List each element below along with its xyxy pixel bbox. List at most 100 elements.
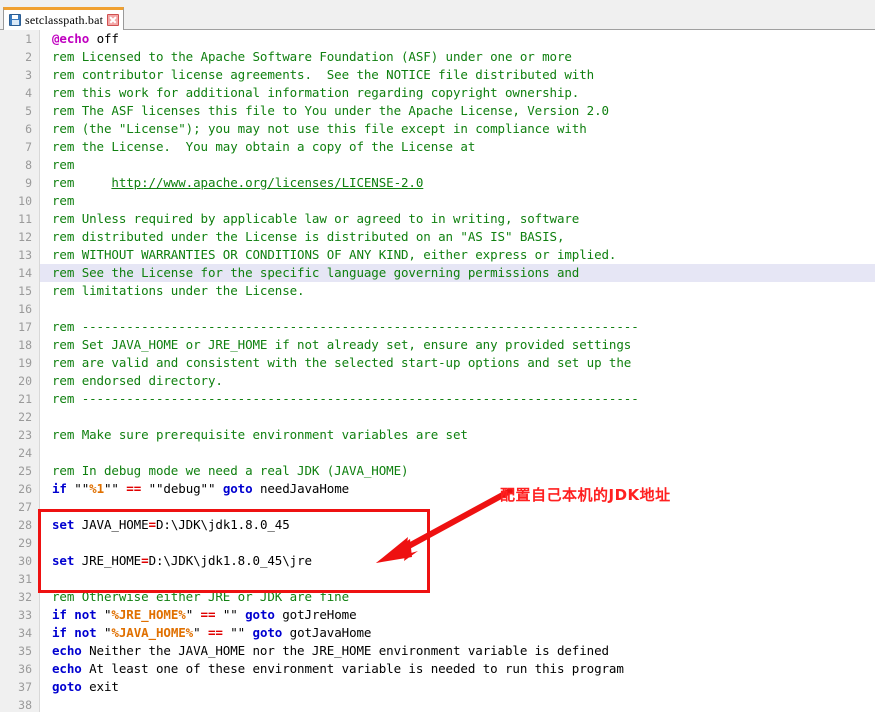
close-x-icon[interactable]: [107, 14, 120, 26]
code-line[interactable]: 25 rem In debug mode we need a real JDK (…: [0, 462, 875, 480]
code-line[interactable]: 10 rem: [0, 192, 875, 210]
code-line[interactable]: 34 if not "%JAVA_HOME%" == "" goto gotJav…: [0, 624, 875, 642]
code-line[interactable]: 4 rem this work for additional informatio…: [0, 84, 875, 102]
gutter-spacer: [40, 84, 52, 102]
code-line-text: rem Licensed to the Apache Software Foun…: [52, 48, 875, 66]
line-number: 5: [0, 102, 40, 120]
line-number: 26: [0, 480, 40, 498]
code-line[interactable]: 6 rem (the "License"); you may not use th…: [0, 120, 875, 138]
token-txt: JRE_HOME: [74, 553, 142, 568]
code-line[interactable]: 14 rem See the License for the specific l…: [0, 264, 875, 282]
gutter-spacer: [40, 516, 52, 534]
code-line[interactable]: 30 set JRE_HOME=D:\JDK\jdk1.8.0_45\jre: [0, 552, 875, 570]
code-line[interactable]: 26 if ""%1"" == ""debug"" goto needJavaHo…: [0, 480, 875, 498]
token-kw: if not: [52, 607, 97, 622]
gutter-spacer: [40, 336, 52, 354]
line-number: 34: [0, 624, 40, 642]
line-number: 18: [0, 336, 40, 354]
line-number: 23: [0, 426, 40, 444]
code-line[interactable]: 9 rem http://www.apache.org/licenses/LICE…: [0, 174, 875, 192]
token-kw: set: [52, 517, 75, 532]
code-line-text: rem: [52, 192, 875, 210]
token-url[interactable]: http://www.apache.org/licenses/LICENSE-2…: [111, 175, 423, 190]
code-line[interactable]: 3 rem contributor license agreements. See…: [0, 66, 875, 84]
code-line[interactable]: 32 rem Otherwise either JRE or JDK are fi…: [0, 588, 875, 606]
code-line[interactable]: 16: [0, 300, 875, 318]
code-line[interactable]: 38: [0, 696, 875, 712]
code-line[interactable]: 17 rem ----------------------------------…: [0, 318, 875, 336]
code-line[interactable]: 35 echo Neither the JAVA_HOME nor the JRE…: [0, 642, 875, 660]
editor-window: setclasspath.bat 1 @echo off 2 rem Licensed…: [0, 0, 875, 712]
code-line[interactable]: 31: [0, 570, 875, 588]
token-txt: D:\JDK\jdk1.8.0_45: [155, 517, 290, 532]
code-line-text: if ""%1"" == ""debug"" goto needJavaHome: [52, 480, 875, 498]
gutter-spacer: [40, 624, 52, 642]
gutter-spacer: [40, 246, 52, 264]
code-line-text: rem WITHOUT WARRANTIES OR CONDITIONS OF …: [52, 246, 875, 264]
token-txt: ": [185, 607, 201, 622]
code-line[interactable]: 33 if not "%JRE_HOME%" == "" goto gotJreH…: [0, 606, 875, 624]
line-number: 2: [0, 48, 40, 66]
line-number: 24: [0, 444, 40, 462]
gutter-spacer: [40, 138, 52, 156]
line-number: 8: [0, 156, 40, 174]
tab-setclasspath-bat[interactable]: setclasspath.bat: [3, 7, 125, 30]
code-line[interactable]: 23 rem Make sure prerequisite environment…: [0, 426, 875, 444]
code-line-text: rem ------------------------------------…: [52, 318, 875, 336]
code-line[interactable]: 20 rem endorsed directory.: [0, 372, 875, 390]
token-txt: exit: [81, 679, 119, 694]
code-line[interactable]: 8 rem: [0, 156, 875, 174]
code-line[interactable]: 37 goto exit: [0, 678, 875, 696]
code-line[interactable]: 27: [0, 498, 875, 516]
gutter-spacer: [40, 174, 52, 192]
line-number: 4: [0, 84, 40, 102]
line-number: 11: [0, 210, 40, 228]
code-line[interactable]: 2 rem Licensed to the Apache Software Fou…: [0, 48, 875, 66]
code-line[interactable]: 13 rem WITHOUT WARRANTIES OR CONDITIONS O…: [0, 246, 875, 264]
token-kw: goto: [252, 625, 283, 640]
code-line-text: rem the License. You may obtain a copy o…: [52, 138, 875, 156]
gutter-spacer: [40, 120, 52, 138]
code-text-area[interactable]: 1 @echo off 2 rem Licensed to the Apache So…: [0, 30, 875, 712]
code-line-text: rem (the "License"); you may not use thi…: [52, 120, 875, 138]
line-number: 32: [0, 588, 40, 606]
token-kw: echo: [52, 661, 82, 676]
code-line[interactable]: 36 echo At least one of these environment…: [0, 660, 875, 678]
code-line[interactable]: 1 @echo off: [0, 30, 875, 48]
gutter-spacer: [40, 210, 52, 228]
line-number: 3: [0, 66, 40, 84]
code-line[interactable]: 18 rem Set JAVA_HOME or JRE_HOME if not a…: [0, 336, 875, 354]
code-line[interactable]: 28 set JAVA_HOME=D:\JDK\jdk1.8.0_45: [0, 516, 875, 534]
token-txt: gotJavaHome: [282, 625, 372, 640]
code-line[interactable]: 15 rem limitations under the License.: [0, 282, 875, 300]
line-number: 10: [0, 192, 40, 210]
line-number: 29: [0, 534, 40, 552]
code-line-text: set JRE_HOME=D:\JDK\jdk1.8.0_45\jre: [52, 552, 875, 570]
code-line[interactable]: 19 rem are valid and consistent with the …: [0, 354, 875, 372]
save-floppy-icon: [9, 14, 21, 26]
code-line[interactable]: 12 rem distributed under the License is d…: [0, 228, 875, 246]
gutter-spacer: [40, 426, 52, 444]
token-txt: "": [222, 625, 253, 640]
token-cmt: rem contributor license agreements. See …: [52, 67, 595, 82]
token-kw: if: [52, 481, 67, 496]
code-line[interactable]: 21 rem ----------------------------------…: [0, 390, 875, 408]
code-line[interactable]: 29: [0, 534, 875, 552]
code-line[interactable]: 5 rem The ASF licenses this file to You u…: [0, 102, 875, 120]
token-cmt: rem (the "License"); you may not use thi…: [52, 121, 587, 136]
code-line-text: rem In debug mode we need a real JDK (JA…: [52, 462, 875, 480]
code-line[interactable]: 22: [0, 408, 875, 426]
code-line[interactable]: 7 rem the License. You may obtain a copy …: [0, 138, 875, 156]
tab-label: setclasspath.bat: [25, 12, 104, 27]
line-number: 6: [0, 120, 40, 138]
editor-body[interactable]: 1 @echo off 2 rem Licensed to the Apache So…: [0, 30, 875, 712]
code-line-text: rem: [52, 156, 875, 174]
code-line-text: if not "%JRE_HOME%" == "" goto gotJreHom…: [52, 606, 875, 624]
token-txt: D:\JDK\jdk1.8.0_45\jre: [148, 553, 312, 568]
code-line[interactable]: 24: [0, 444, 875, 462]
gutter-spacer: [40, 696, 52, 712]
code-line[interactable]: 11 rem Unless required by applicable law …: [0, 210, 875, 228]
